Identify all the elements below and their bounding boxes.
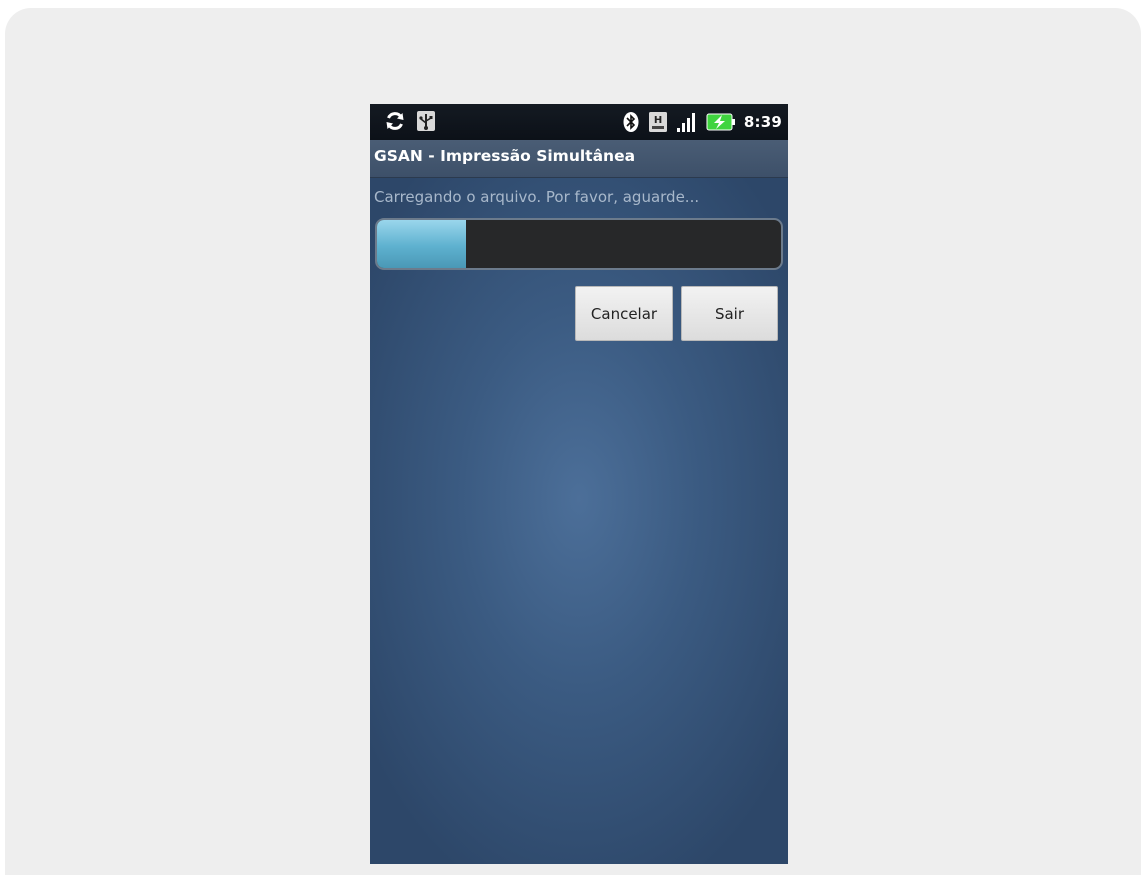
loading-message: Carregando o arquivo. Por favor, aguarde… [374,188,700,206]
battery-charging-icon [706,111,736,133]
bluetooth-icon [622,111,640,133]
phone-screen: H 8:39 GSAN - Impressão Simultânea Carre… [370,104,788,864]
progress-bar-fill [377,220,466,268]
cancel-button[interactable]: Cancelar [575,286,673,341]
app-title-bar: GSAN - Impressão Simultânea [370,140,788,178]
exit-button[interactable]: Sair [681,286,778,341]
signal-icon [676,111,698,133]
status-clock: 8:39 [743,113,782,131]
sync-icon [384,110,406,132]
usb-icon [416,110,436,132]
sim-h-icon: H [648,111,668,133]
status-bar: H 8:39 [370,104,788,140]
progress-bar [375,218,783,270]
svg-text:H: H [654,115,662,126]
app-title: GSAN - Impressão Simultânea [374,147,636,165]
